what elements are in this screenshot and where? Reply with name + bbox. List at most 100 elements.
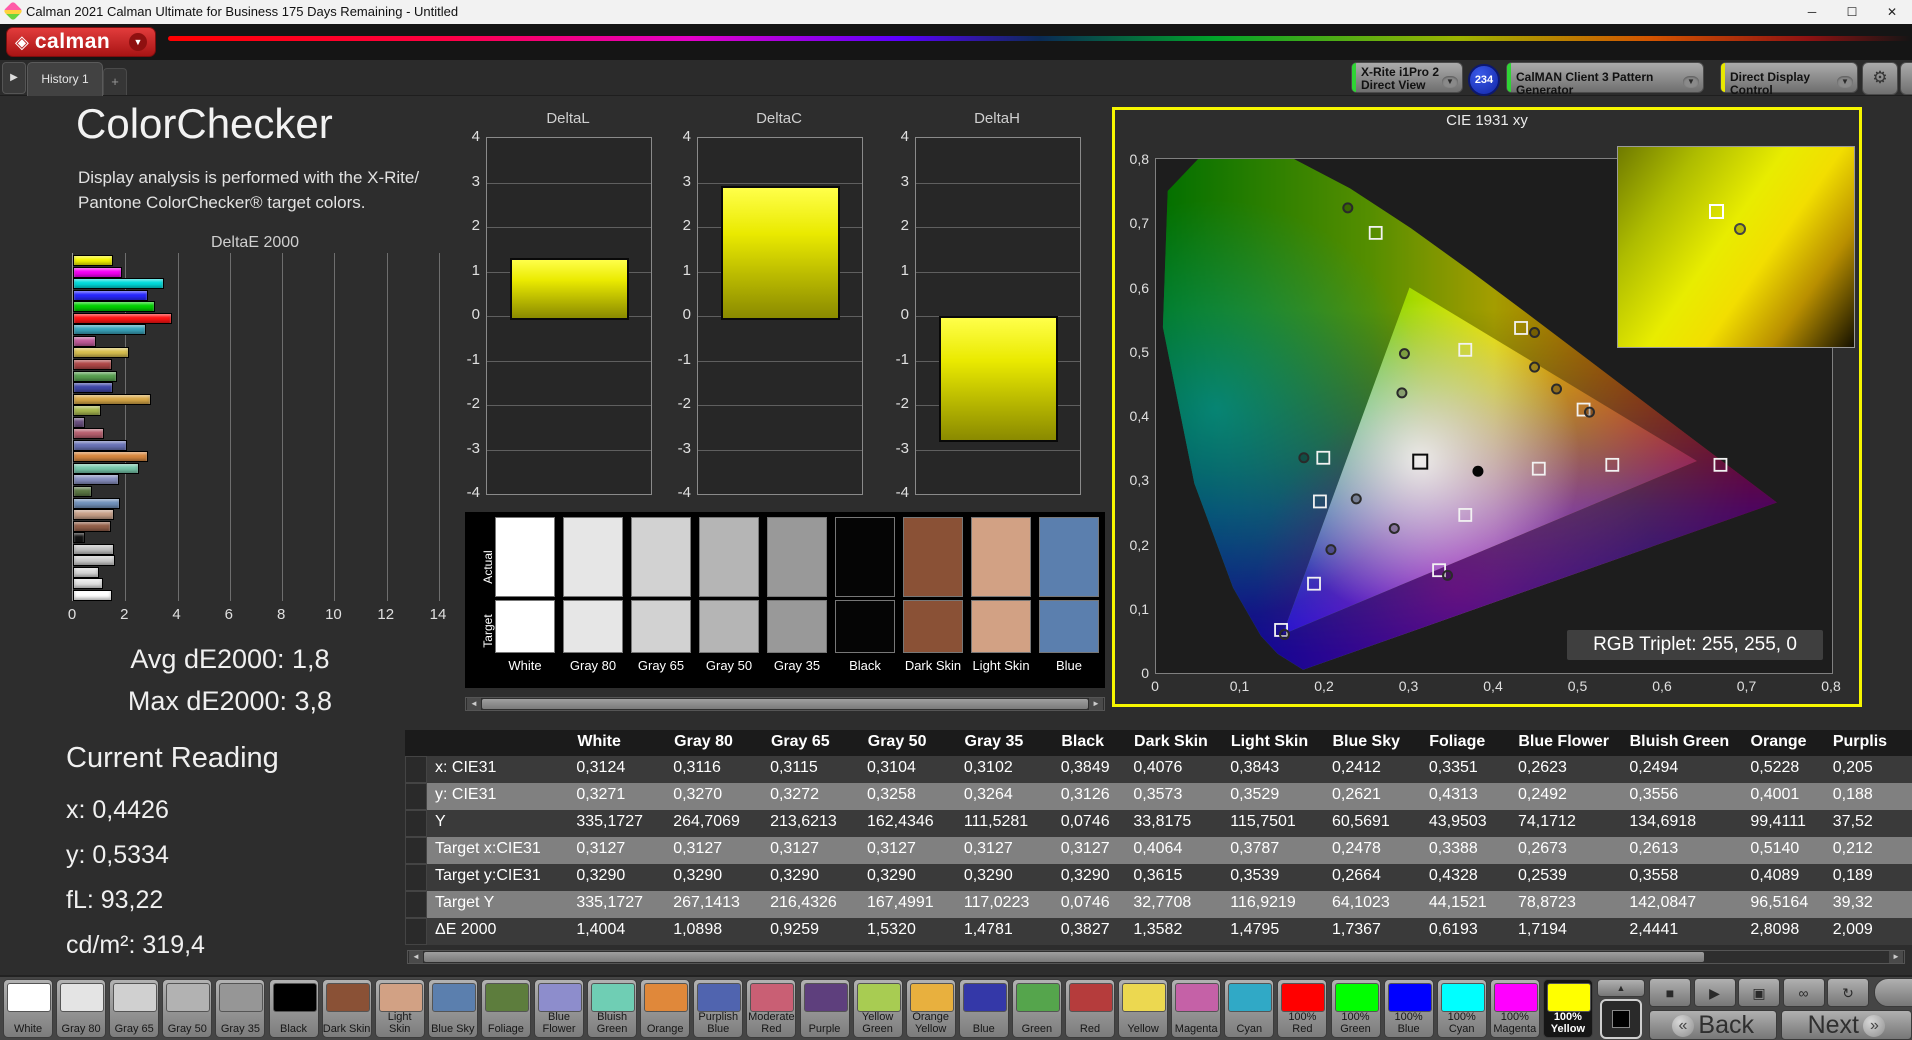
tab-scroll-button[interactable]: ▶ [2,62,26,94]
pattern-color-swatch [1069,983,1113,1012]
pattern-button-dark-skin[interactable]: Dark Skin [321,979,372,1038]
pattern-button-orange[interactable]: Orange [640,979,691,1038]
swatch-label: Black [849,658,881,673]
back-button[interactable]: « Back [1649,1010,1777,1040]
partial-settings-button[interactable] [1900,62,1912,95]
pattern-button-magenta[interactable]: Magenta [1171,979,1222,1038]
pattern-button-yellow-green[interactable]: Yellow Green [852,979,903,1038]
pattern-button-100-yellow[interactable]: 100% Yellow [1542,979,1593,1038]
y-tick-label: 4 [682,128,691,145]
play-icon[interactable]: ▶ [1693,978,1736,1007]
scroll-right-icon[interactable]: ► [1889,951,1903,963]
pattern-button-100-green[interactable]: 100% Green [1330,979,1381,1038]
calman-menu-button[interactable]: ◈ calman ▼ [6,27,156,57]
pattern-button-black[interactable]: Black [268,979,319,1038]
deltae-bar-blue-flower [73,474,120,486]
deltae-bar-magenta [73,335,96,347]
table-cell: 142,0847 [1629,894,1697,911]
pattern-button-white[interactable]: White [3,979,53,1038]
table-cell: 0,4328 [1428,867,1478,884]
pattern-button-gray-50[interactable]: Gray 50 [162,979,213,1038]
pattern-button-blue-sky[interactable]: Blue Sky [427,979,478,1038]
x-tick-label: 4 [172,606,181,623]
partial-transport-button[interactable] [1874,978,1912,1007]
y-tick-label: -4 [895,484,909,501]
display-control-dropdown[interactable]: Direct Display Control ▼ [1720,62,1858,97]
pattern-button-100-blue[interactable]: 100% Blue [1383,979,1434,1038]
pattern-button-100-magenta[interactable]: 100% Magenta [1489,979,1540,1038]
pattern-button-gray-35[interactable]: Gray 35 [215,979,266,1038]
pattern-button-red[interactable]: Red [1065,979,1115,1038]
scrollbar-thumb[interactable] [424,952,1704,962]
row-label: Target x:CIE31 [435,840,541,857]
meter-dropdown[interactable]: X-Rite i1Pro 2 Direct View ▼ [1351,62,1463,93]
column-header: Black [1053,730,1127,756]
pattern-button-100-cyan[interactable]: 100% Cyan [1436,979,1487,1038]
scroll-right-icon[interactable]: ► [1089,698,1103,710]
deltae-bar-100-yellow [73,255,113,266]
minimize-button[interactable]: ─ [1792,0,1832,24]
pattern-button-bluish-green[interactable]: Bluish Green [587,979,638,1038]
deltae-bar-100-magenta [73,266,123,278]
current-reading-title: Current Reading [66,742,279,774]
table-scrollbar[interactable]: ◄ ► [407,950,1905,964]
gear-icon[interactable]: ⚙ [1862,62,1898,95]
pattern-button-yellow[interactable]: Yellow [1118,979,1169,1038]
scroll-left-icon[interactable]: ◄ [409,951,423,963]
stop-icon[interactable]: ■ [1649,978,1691,1007]
table-cell: 134,6918 [1629,813,1697,830]
pattern-button-purplish-blue[interactable]: Purplish Blue [693,979,744,1038]
deltae-bar-black [73,532,85,544]
refresh-icon[interactable]: ↻ [1827,978,1869,1007]
gridline [487,182,651,184]
pattern-button-orange-yellow[interactable]: Orange Yellow [905,979,956,1038]
row-gutter [405,810,427,837]
actual-swatch-blue [1039,517,1099,597]
pattern-button-light-skin[interactable]: Light Skin [374,979,425,1038]
scroll-left-icon[interactable]: ◄ [467,698,481,710]
pattern-button-cyan[interactable]: Cyan [1224,979,1275,1038]
pattern-button-foliage[interactable]: Foliage [480,979,531,1038]
table-cell: 2,8098 [1750,921,1800,938]
measurement-marker [1398,348,1410,360]
table-row: Target x:CIE31 0,3127 0,3127 0,3127 0,3127 0,… [427,837,1912,864]
pattern-button-100-red[interactable]: 100% Red [1277,979,1328,1038]
y-tick-label: 2 [471,217,480,234]
logo-bar: ◈ calman ▼ [0,24,1912,60]
pattern-button-gray-65[interactable]: Gray 65 [109,979,160,1038]
pattern-button-purple[interactable]: Purple [799,979,850,1038]
pattern-button-blue[interactable]: Blue [958,979,1009,1038]
swatch-strip-scrollbar[interactable]: ◄ ► [465,697,1105,711]
cie-y-tick-label: 0,6 [1129,279,1149,296]
pattern-button-gray-80[interactable]: Gray 80 [56,979,107,1038]
gridline [698,360,862,362]
row-gutter [405,864,427,891]
close-button[interactable]: ✕ [1872,0,1912,24]
row-label: Y [435,813,446,830]
table-cell: 0,3539 [1230,867,1280,884]
pattern-color-swatch [378,983,423,1012]
max-de2000-value: Max dE2000: 3,8 [127,686,333,716]
scrollbar-thumb[interactable] [482,699,1088,709]
table-cell: 0,3264 [963,786,1013,803]
frame-icon[interactable]: ▣ [1738,978,1780,1007]
add-tab-button[interactable]: + [103,68,127,95]
next-button[interactable]: Next » [1781,1010,1912,1040]
expand-panel-button[interactable]: ▲ [1597,979,1645,997]
pattern-button-blue-flower[interactable]: Blue Flower [534,979,584,1038]
pattern-button-green[interactable]: Green [1011,979,1062,1038]
pattern-window-button[interactable] [1600,999,1642,1039]
row-label: y: CIE31 [435,786,497,803]
maximize-button[interactable]: ☐ [1832,0,1872,24]
cie-y-tick-label: 0,1 [1129,600,1149,617]
pattern-generator-dropdown[interactable]: CalMAN Client 3 Pattern Generator ▼ [1506,62,1704,97]
table-cell: 0,2673 [1518,840,1567,857]
deltae-bar-100-green [73,301,155,313]
table-cell: 0,3127 [673,840,723,857]
pattern-button-moderate-red[interactable]: Moderate Red [746,979,797,1038]
rainbow-gradient-strip [168,36,1912,41]
table-header-row: White Gray 80 Gray 65 Gray 50 Gray 35 Black Da… [405,730,1912,756]
table-cell: 64,1023 [1331,894,1390,911]
tab-history-1[interactable]: History 1 [27,62,103,96]
loop-icon[interactable]: ∞ [1782,978,1825,1007]
